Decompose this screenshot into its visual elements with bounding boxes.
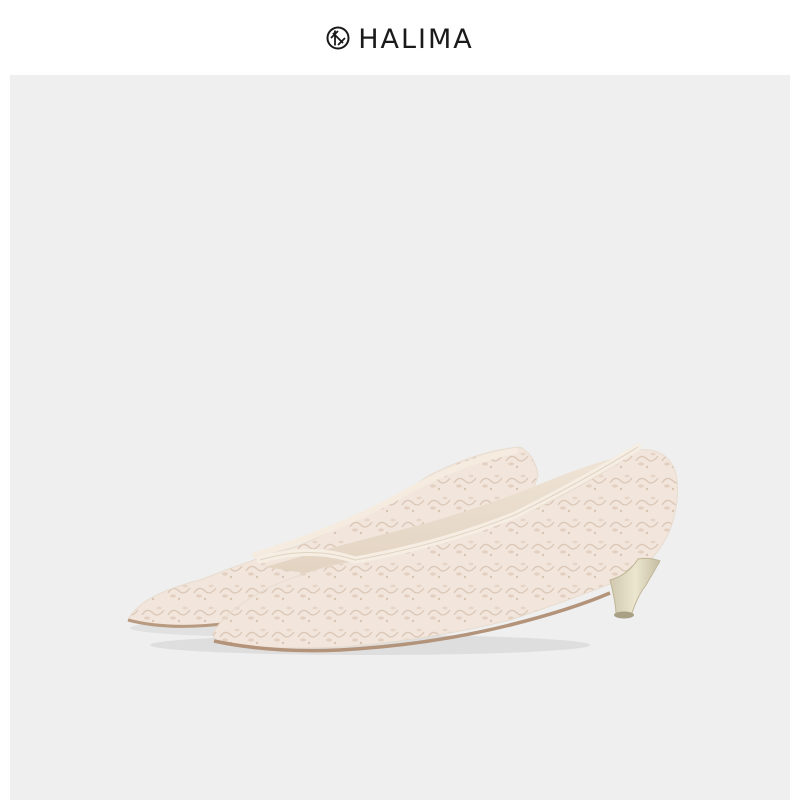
brand-header: HALIMA xyxy=(0,0,800,75)
product-page: HALIMA xyxy=(0,0,800,800)
lace-pumps-illustration xyxy=(127,443,679,655)
brand-name: HALIMA xyxy=(358,24,474,55)
halima-monogram-icon xyxy=(326,26,350,54)
product-photo xyxy=(10,75,790,800)
brand-logo[interactable]: HALIMA xyxy=(326,26,474,54)
